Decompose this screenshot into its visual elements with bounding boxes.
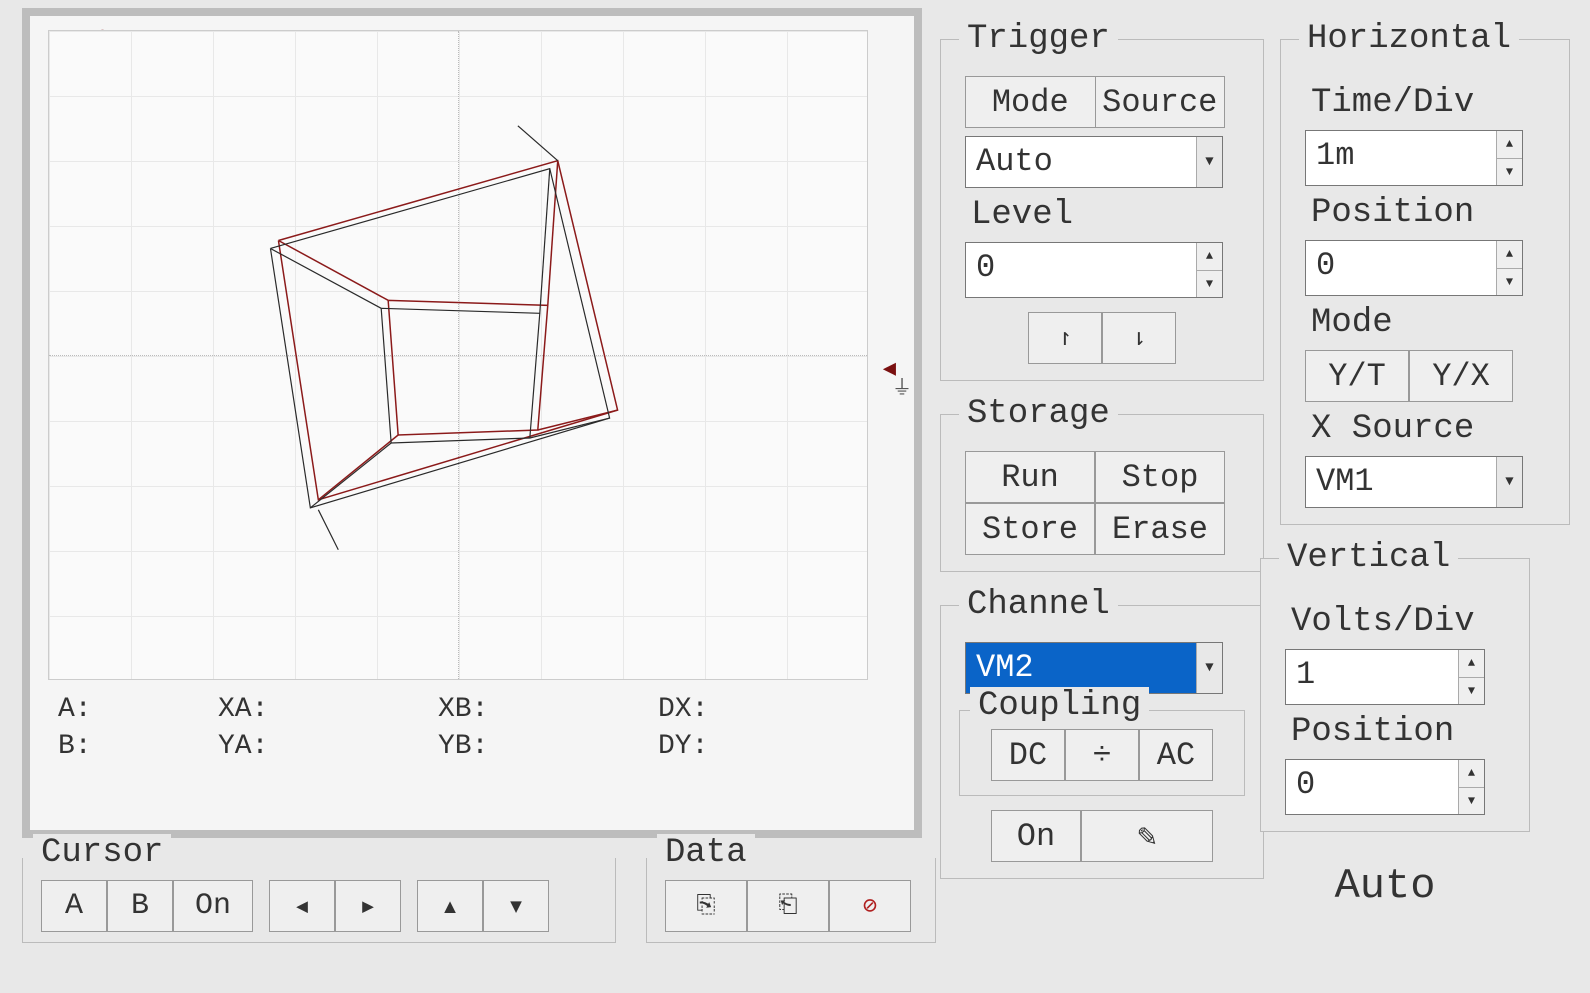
arrow-up-icon[interactable]: ▲	[1497, 131, 1522, 158]
v-position-value: 0	[1286, 760, 1458, 814]
voltsdiv-spinner[interactable]: 1 ▲▼	[1285, 649, 1485, 705]
readout-b: B:	[58, 731, 218, 762]
trigger-falling-edge-button[interactable]: ⇂	[1102, 312, 1176, 364]
clear-icon: ⊘	[863, 894, 877, 921]
h-position-spinner[interactable]: 0 ▲▼	[1305, 240, 1523, 296]
arrow-up-icon[interactable]: ▲	[1459, 650, 1484, 677]
voltsdiv-label: Volts/Div	[1291, 603, 1511, 641]
channel-legend: Channel	[959, 586, 1118, 624]
arrow-up-icon[interactable]: ▲	[1197, 243, 1222, 270]
arrow-up-icon[interactable]: ▲	[1497, 241, 1522, 268]
run-button[interactable]: Run	[965, 451, 1095, 503]
trigger-rising-edge-button[interactable]: ↾	[1028, 312, 1102, 364]
cursor-down-button[interactable]: ▾	[483, 880, 549, 932]
export-icon: ⎗	[778, 893, 797, 920]
scope-grid[interactable]	[48, 30, 868, 680]
arrow-up-icon[interactable]: ▲	[1459, 760, 1484, 787]
rising-edge-icon: ↾	[1058, 326, 1072, 353]
readout-dx: DX:	[658, 694, 858, 725]
vertical-legend: Vertical	[1279, 539, 1458, 577]
arrow-down-icon[interactable]: ▼	[1497, 158, 1522, 186]
timediv-spinner[interactable]: 1m ▲▼	[1305, 130, 1523, 186]
timediv-label: Time/Div	[1311, 84, 1551, 122]
coupling-dc-button[interactable]: DC	[991, 729, 1065, 781]
data-clear-button[interactable]: ⊘	[829, 880, 911, 932]
cursor-a-button[interactable]: A	[41, 880, 107, 932]
coupling-ac-button[interactable]: AC	[1139, 729, 1213, 781]
horizontal-legend: Horizontal	[1299, 20, 1519, 58]
mode-yx-button[interactable]: Y/X	[1409, 350, 1513, 402]
data-import-button[interactable]: ⎘	[665, 880, 747, 932]
scope-trace	[49, 31, 867, 679]
h-position-value: 0	[1306, 241, 1496, 295]
cursor-up-button[interactable]: ▴	[417, 880, 483, 932]
readout-dy: DY:	[658, 731, 858, 762]
erase-button[interactable]: Erase	[1095, 503, 1225, 555]
scope-readout: A: XA: XB: DX: B: YA: YB: DY:	[58, 694, 900, 762]
channel-value: VM2	[966, 643, 1196, 693]
v-position-label: Position	[1291, 713, 1511, 751]
voltsdiv-value: 1	[1286, 650, 1458, 704]
horizontal-panel: Horizontal Time/Div 1m ▲▼ Position 0 ▲▼ …	[1280, 20, 1570, 525]
channel-on-button[interactable]: On	[991, 810, 1081, 862]
trigger-legend: Trigger	[959, 20, 1118, 58]
cursor-panel: Cursor A B On ◂ ▸ ▴ ▾	[22, 858, 616, 943]
chevron-down-icon: ▼	[1496, 457, 1522, 507]
readout-yb: YB:	[438, 731, 658, 762]
trigger-level-value: 0	[966, 243, 1196, 297]
arrow-down-icon[interactable]: ▼	[1459, 787, 1484, 815]
probe-icon: ✎	[1137, 819, 1156, 856]
coupling-legend: Coupling	[970, 687, 1149, 725]
channel-panel: Channel VM2 ▼ Coupling DC ÷ AC On ✎	[940, 586, 1264, 879]
cursor-left-button[interactable]: ◂	[269, 880, 335, 932]
coupling-panel: Coupling DC ÷ AC	[959, 710, 1245, 796]
readout-ya: YA:	[218, 731, 438, 762]
cursor-on-button[interactable]: On	[173, 880, 253, 932]
trigger-level-spinner[interactable]: 0 ▲▼	[965, 242, 1223, 298]
readout-xa: XA:	[218, 694, 438, 725]
falling-edge-icon: ⇂	[1132, 326, 1146, 353]
trigger-mode-value: Auto	[966, 137, 1196, 187]
stop-button[interactable]: Stop	[1095, 451, 1225, 503]
readout-a: A:	[58, 694, 218, 725]
v-position-spinner[interactable]: 0 ▲▼	[1285, 759, 1485, 815]
xsource-label: X Source	[1311, 410, 1551, 448]
chevron-down-icon: ▼	[1196, 643, 1222, 693]
channel-probe-button[interactable]: ✎	[1081, 810, 1213, 862]
mode-yt-button[interactable]: Y/T	[1305, 350, 1409, 402]
trigger-mode-select[interactable]: Auto ▼	[965, 136, 1223, 188]
data-legend: Data	[657, 834, 755, 872]
import-icon: ⎘	[696, 893, 715, 920]
arrow-down-icon[interactable]: ▼	[1197, 270, 1222, 298]
cursor-b-button[interactable]: B	[107, 880, 173, 932]
timediv-value: 1m	[1306, 131, 1496, 185]
store-button[interactable]: Store	[965, 503, 1095, 555]
storage-panel: Storage Run Stop Store Erase	[940, 395, 1264, 572]
storage-legend: Storage	[959, 395, 1118, 433]
arrow-down-icon[interactable]: ▼	[1459, 677, 1484, 705]
cursor-legend: Cursor	[33, 834, 171, 872]
chevron-down-icon: ▼	[1196, 137, 1222, 187]
trigger-source-button[interactable]: Source	[1096, 76, 1226, 128]
scope-display: VM2: 1V	[22, 8, 922, 838]
cursor-right-button[interactable]: ▸	[335, 880, 401, 932]
readout-xb: XB:	[438, 694, 658, 725]
data-panel: Data ⎘ ⎗ ⊘	[646, 858, 936, 943]
vertical-panel: Vertical Volts/Div 1 ▲▼ Position 0 ▲▼	[1260, 539, 1530, 832]
trigger-mode-button[interactable]: Mode	[965, 76, 1096, 128]
arrow-down-icon[interactable]: ▼	[1497, 268, 1522, 296]
scope-ground-marker: ⏚	[892, 371, 912, 401]
coupling-gnd-button[interactable]: ÷	[1065, 729, 1139, 781]
trigger-panel: Trigger Mode Source Auto ▼ Level 0 ▲▼ ↾ …	[940, 20, 1264, 381]
xsource-value: VM1	[1306, 457, 1496, 507]
xsource-select[interactable]: VM1 ▼	[1305, 456, 1523, 508]
data-export-button[interactable]: ⎗	[747, 880, 829, 932]
trigger-level-label: Level	[971, 196, 1245, 234]
h-position-label: Position	[1311, 194, 1551, 232]
h-mode-label: Mode	[1311, 304, 1551, 342]
